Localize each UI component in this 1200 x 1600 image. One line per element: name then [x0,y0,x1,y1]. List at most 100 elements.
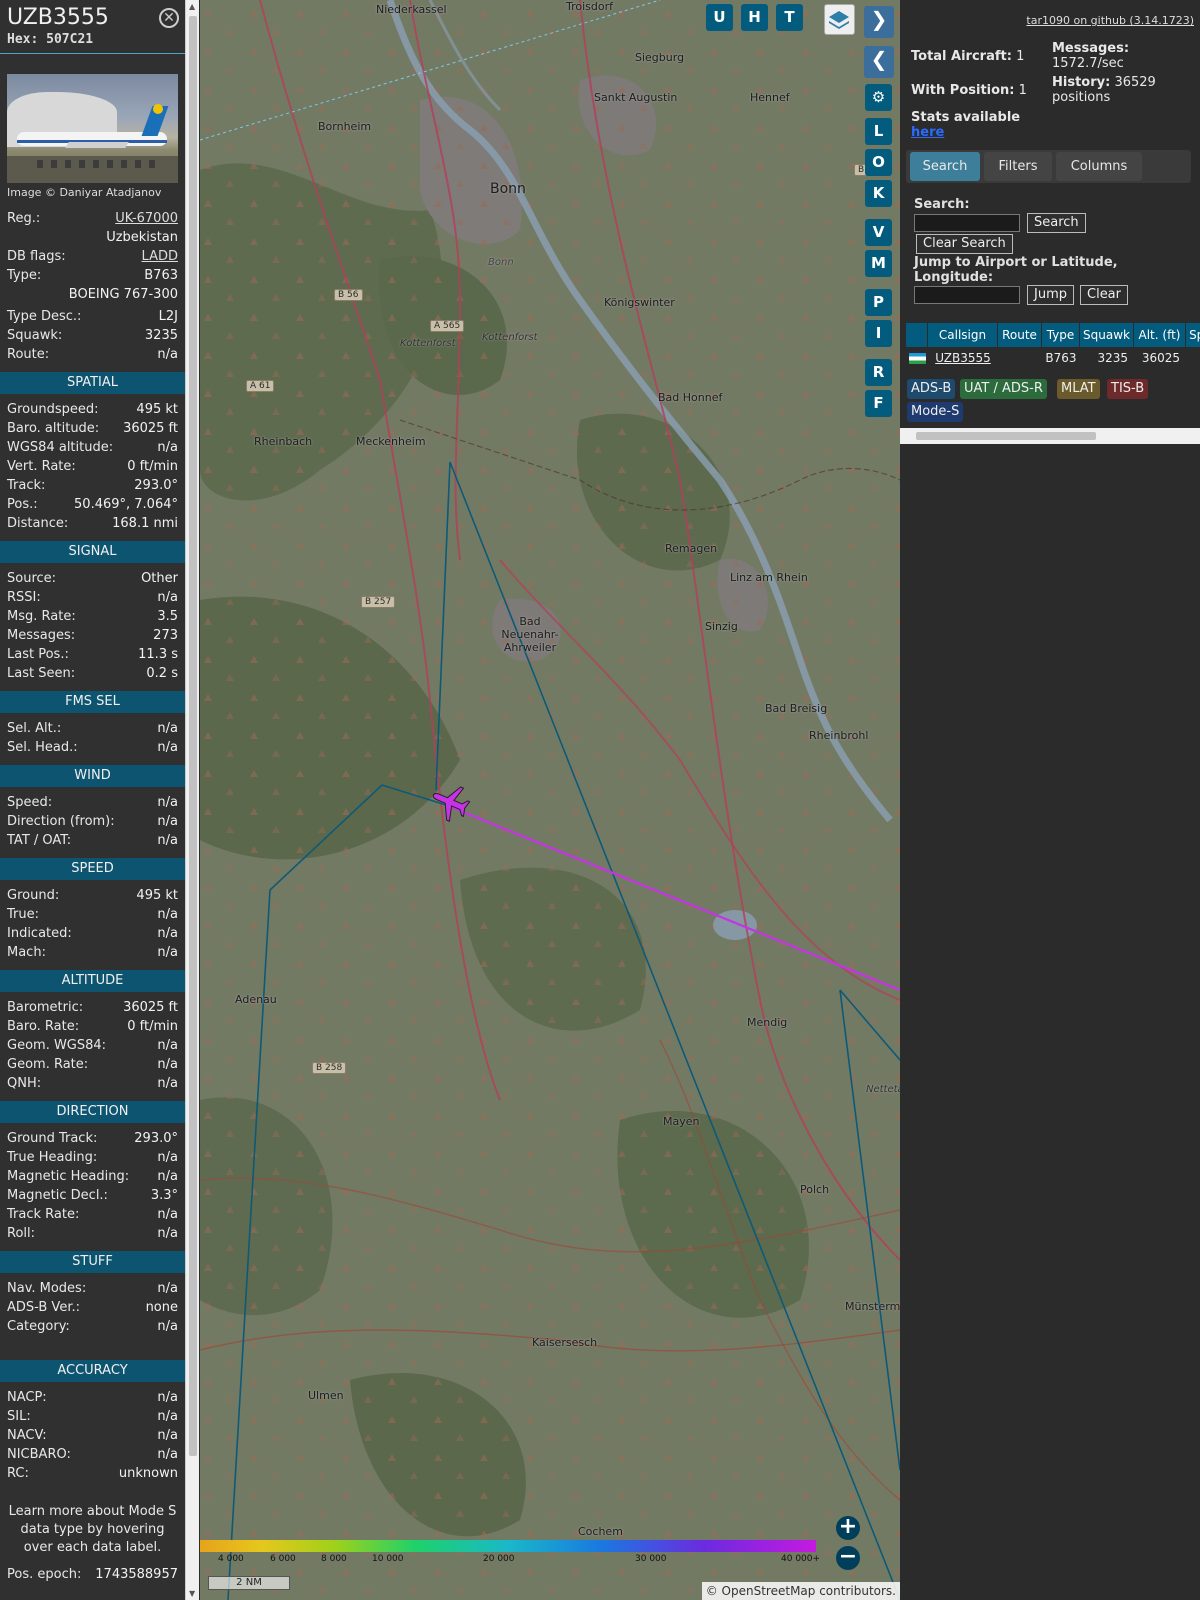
badge-mlat[interactable]: MLAT [1057,379,1100,399]
map-button-l[interactable]: L [865,118,892,145]
tab-columns[interactable]: Columns [1056,152,1142,181]
col-route[interactable]: Route [998,323,1042,347]
total-aircraft-label: Total Aircraft: [911,49,1012,64]
altitude-label[interactable]: Baro. Rate: [7,1017,79,1036]
search-input[interactable] [914,214,1020,232]
badge-modes[interactable]: Mode-S [907,402,964,422]
accuracy-label[interactable]: NACP: [7,1388,47,1407]
tab-filters[interactable]: Filters [984,152,1052,181]
stuff-label[interactable]: Category: [7,1317,70,1336]
col-speed[interactable]: Spd [1186,323,1200,347]
wind-label[interactable]: Direction (from): [7,812,115,831]
col-squawk[interactable]: Squawk [1080,323,1134,347]
direction-label[interactable]: Ground Track: [7,1129,97,1148]
fms-label[interactable]: Sel. Alt.: [7,719,61,738]
col-type[interactable]: Type [1042,323,1080,347]
speed-label[interactable]: True: [7,905,39,924]
zoom-out-icon[interactable]: − [836,1546,860,1570]
jump-button[interactable]: Jump [1027,285,1074,305]
aircraft-icon[interactable] [428,782,472,822]
signal-label[interactable]: Msg. Rate: [7,607,76,626]
signal-label[interactable]: Messages: [7,626,75,645]
map-button-k[interactable]: K [865,180,892,207]
version-link[interactable]: tar1090 on github (3.14.1723) [1026,14,1194,27]
scroll-thumb[interactable] [189,16,197,1456]
direction-label[interactable]: Magnetic Decl.: [7,1186,108,1205]
badge-tisb[interactable]: TIS-B [1107,379,1149,399]
aircraft-photo[interactable] [7,74,178,183]
map-button-u[interactable]: U [706,4,733,31]
spatial-label[interactable]: Distance: [7,514,68,533]
accuracy-label[interactable]: NACV: [7,1426,47,1445]
signal-label[interactable]: Last Pos.: [7,645,69,664]
clear-search-button[interactable]: Clear Search [916,234,1013,254]
direction-label[interactable]: True Heading: [7,1148,97,1167]
spatial-label[interactable]: Pos.: [7,495,38,514]
map-button-f[interactable]: F [865,390,892,417]
map-button-i[interactable]: I [865,320,892,347]
fms-row: Sel. Alt.: n/a [0,719,185,738]
badge-adsb[interactable]: ADS-B [907,379,956,399]
wind-label[interactable]: TAT / OAT: [7,831,71,850]
table-row[interactable]: UZB3555 B763 3235 36025 [906,347,1186,369]
speed-label[interactable]: Indicated: [7,924,72,943]
col-flag[interactable] [906,323,928,347]
map-button-m[interactable]: M [865,250,892,277]
scroll-up-icon[interactable]: ▲ [189,2,195,11]
settings-gear-icon[interactable]: ⚙ [865,84,892,111]
map-button-v[interactable]: V [865,219,892,246]
col-callsign[interactable]: Callsign [928,323,998,347]
signal-label[interactable]: Last Seen: [7,664,75,683]
dbflags-link[interactable]: LADD [142,247,178,266]
signal-label[interactable]: Source: [7,569,56,588]
accuracy-label[interactable]: NICBARO: [7,1445,71,1464]
direction-value: n/a [157,1150,178,1165]
altitude-label[interactable]: QNH: [7,1074,41,1093]
row-callsign[interactable]: UZB3555 [928,347,998,369]
direction-label[interactable]: Track Rate: [7,1205,79,1224]
registration-link[interactable]: UK-67000 [115,209,178,228]
col-altitude[interactable]: Alt. (ft) [1134,323,1186,347]
stuff-label[interactable]: ADS-B Ver.: [7,1298,80,1317]
badge-uat[interactable]: UAT / ADS-R [960,379,1047,399]
spatial-label[interactable]: Vert. Rate: [7,457,76,476]
scroll-down-icon[interactable]: ▼ [189,1589,195,1598]
spatial-label[interactable]: Groundspeed: [7,400,98,419]
speed-label[interactable]: Ground: [7,886,59,905]
zoom-in-icon[interactable]: + [836,1516,860,1540]
wind-label[interactable]: Speed: [7,793,52,812]
stuff-label[interactable]: Nav. Modes: [7,1279,86,1298]
spatial-label[interactable]: Baro. altitude: [7,419,99,438]
fms-label[interactable]: Sel. Head.: [7,738,78,757]
map-button-t[interactable]: T [776,4,803,31]
signal-label[interactable]: RSSI: [7,588,41,607]
direction-label[interactable]: Magnetic Heading: [7,1167,129,1186]
spatial-label[interactable]: WGS84 altitude: [7,438,113,457]
direction-label[interactable]: Roll: [7,1224,35,1243]
info-scrollbar[interactable]: ▲ ▼ [185,0,199,1600]
map-button-r[interactable]: R [865,359,892,386]
search-button[interactable]: Search [1027,213,1086,233]
altitude-label[interactable]: Barometric: [7,998,83,1017]
layers-icon[interactable] [824,4,855,35]
map-view[interactable]: Niederkassel Troisdorf Siegburg Sankt Au… [200,0,900,1600]
accuracy-label[interactable]: SIL: [7,1407,31,1426]
chevron-left-icon[interactable]: ❮ [864,46,894,78]
jump-input[interactable] [914,286,1020,304]
spatial-label[interactable]: Track: [7,476,45,495]
stats-link[interactable]: here [911,125,944,140]
map-button-p[interactable]: P [865,289,892,316]
clear-button[interactable]: Clear [1080,285,1128,305]
altitude-label[interactable]: Geom. WGS84: [7,1036,106,1055]
close-icon[interactable]: ✕ [159,8,179,28]
map-button-o[interactable]: O [865,149,892,176]
direction-row: Track Rate: n/a [0,1205,185,1224]
accuracy-label[interactable]: RC: [7,1464,29,1483]
speed-label[interactable]: Mach: [7,943,46,962]
map-button-h[interactable]: H [741,4,768,31]
tab-search[interactable]: Search [910,152,980,181]
chevron-right-icon[interactable]: ❯ [864,6,894,38]
table-hscrollbar[interactable] [900,428,1200,444]
altitude-label[interactable]: Geom. Rate: [7,1055,88,1074]
hscroll-thumb[interactable] [916,432,1096,440]
